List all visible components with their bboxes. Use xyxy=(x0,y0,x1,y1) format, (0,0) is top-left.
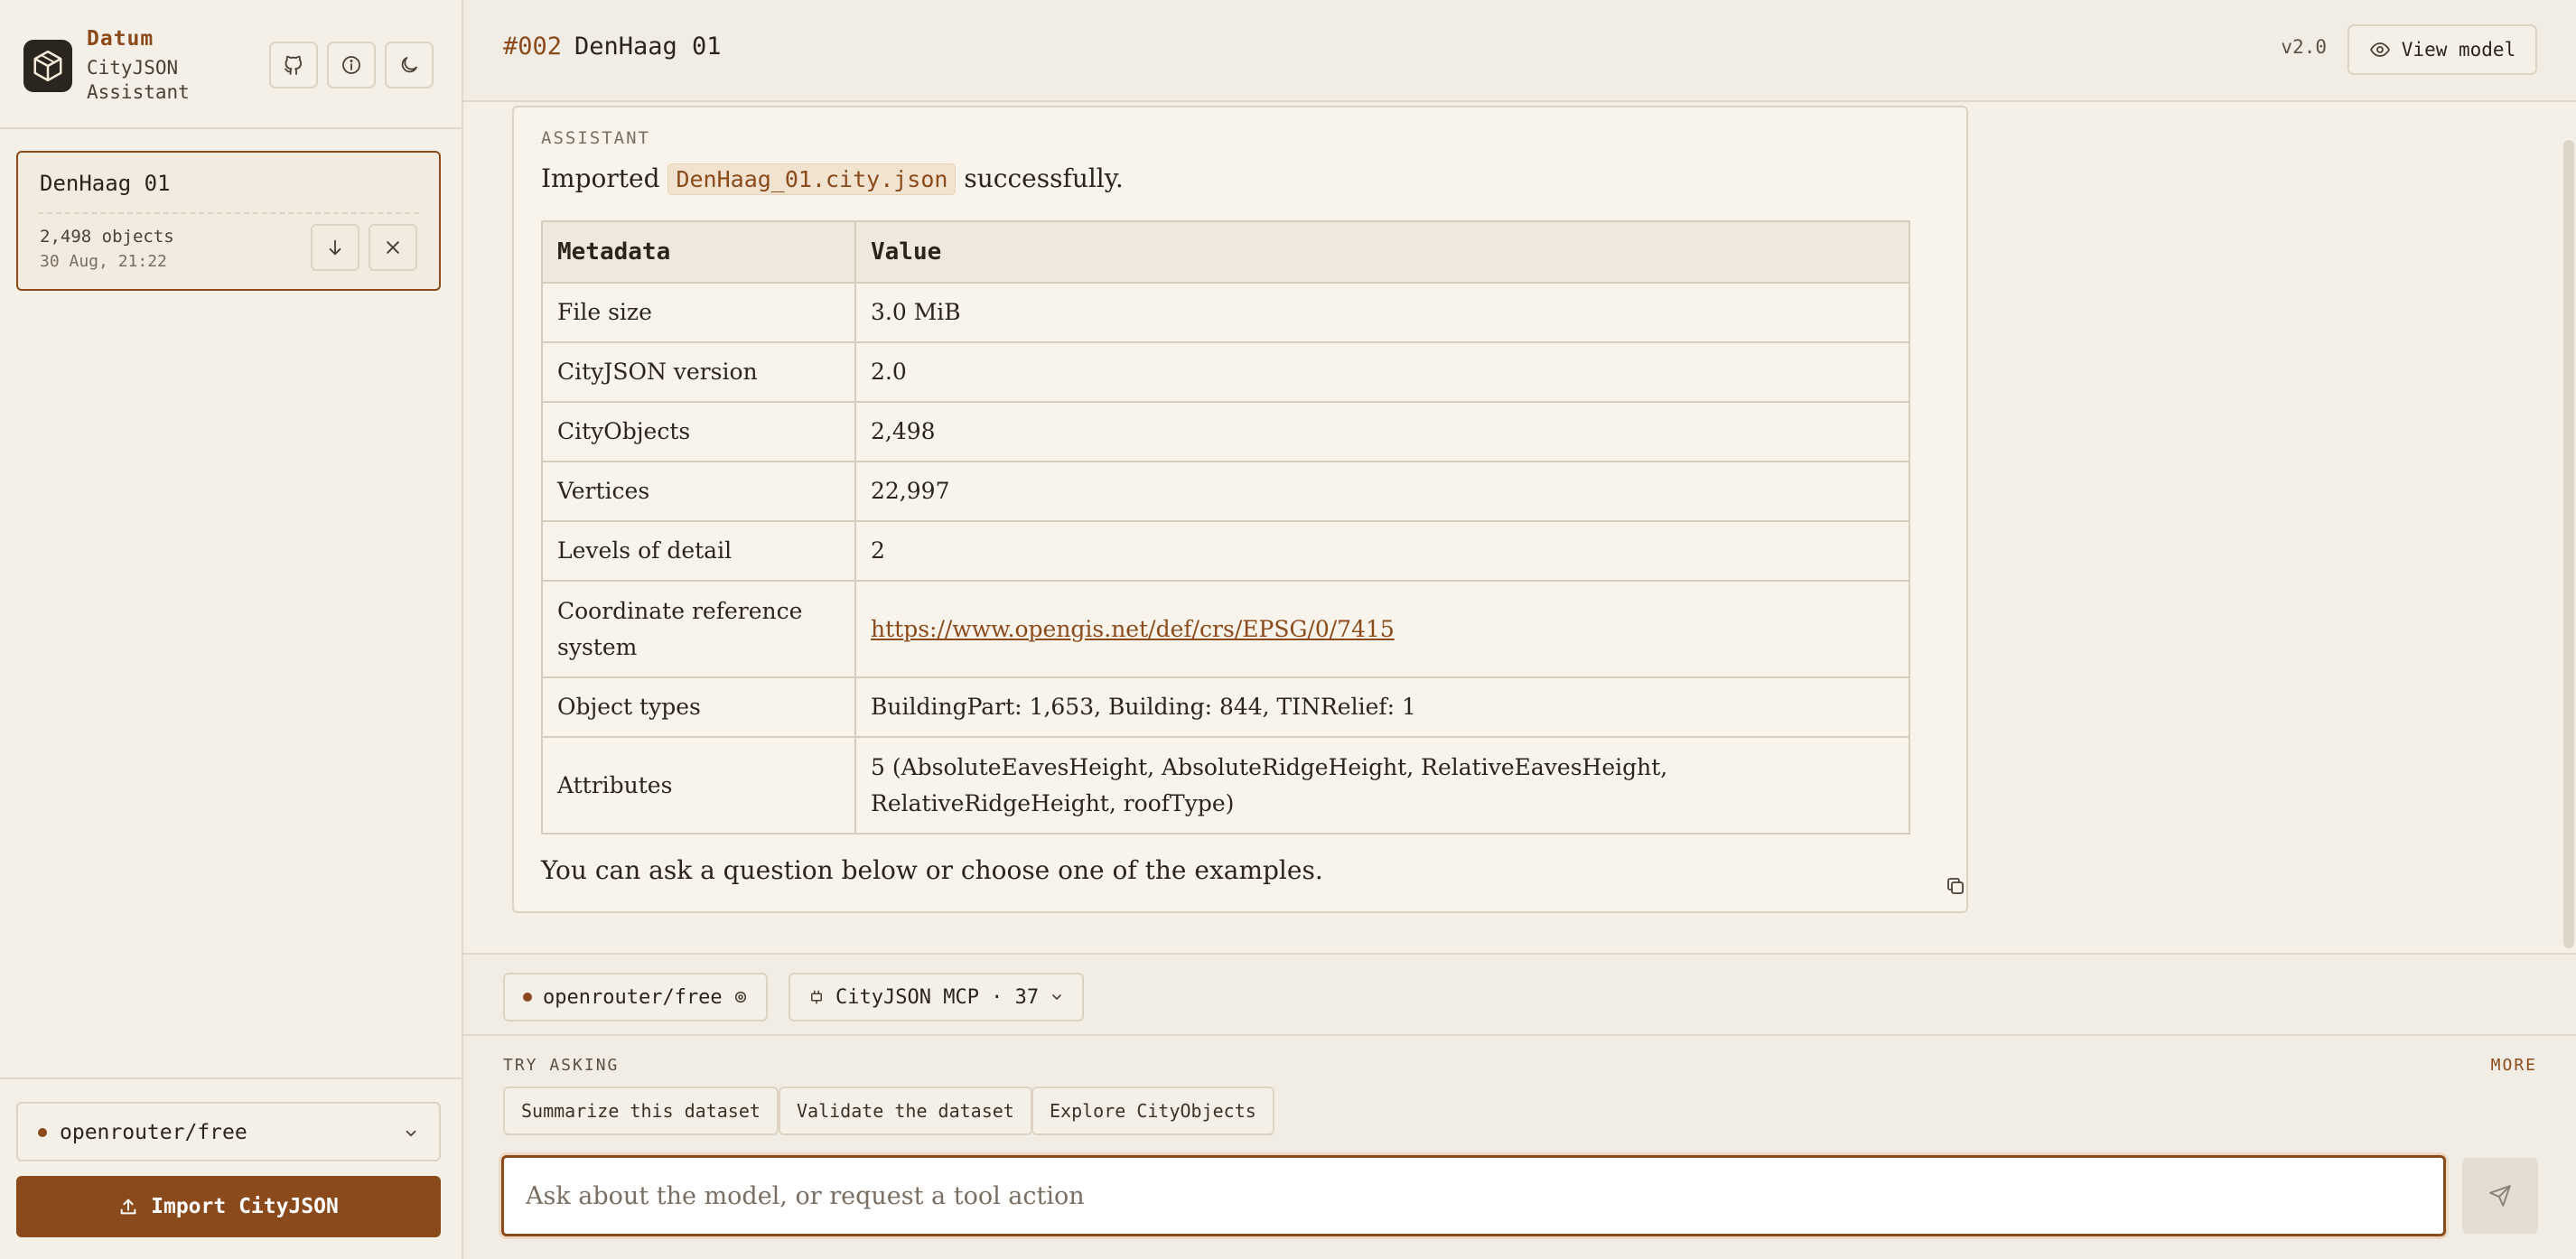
crs-link[interactable]: https://www.opengis.net/def/crs/EPSG/0/7… xyxy=(871,616,1395,642)
close-icon xyxy=(387,241,399,254)
metadata-key: File size xyxy=(541,282,856,343)
table-row: Vertices 22,997 xyxy=(541,461,1910,522)
metadata-key: CityJSON version xyxy=(541,341,856,403)
table-header-row: Metadata Value xyxy=(541,220,1910,284)
arrow-down-icon xyxy=(329,239,341,256)
tools-bar: openrouter/free CityJSON MCP · 37 xyxy=(463,953,2576,1036)
metadata-value: 3.0 MiB xyxy=(854,282,1910,343)
metadata-key: Vertices xyxy=(541,461,856,522)
intro-after: successfully. xyxy=(964,163,1124,193)
close-session-button[interactable] xyxy=(369,224,417,271)
mcp-tools-pill[interactable]: CityJSON MCP · 37 xyxy=(789,973,1085,1021)
version-label: v2.0 xyxy=(2281,36,2327,58)
table-header: Value xyxy=(854,220,1910,284)
sidebar-bottom-divider xyxy=(0,1077,462,1079)
suggestion-chip[interactable]: Explore CityObjects xyxy=(1031,1086,1274,1135)
theme-toggle-button[interactable] xyxy=(385,42,434,89)
metadata-key: Coordinate reference system xyxy=(541,580,856,678)
assistant-message: ASSISTANT Imported DenHaag_01.city.json … xyxy=(512,106,1968,913)
metadata-value: 5 (AbsoluteEavesHeight, AbsoluteRidgeHei… xyxy=(854,736,1910,835)
suggestion-chip[interactable]: Validate the dataset xyxy=(779,1086,1032,1135)
intro-before: Imported xyxy=(541,163,660,193)
chat-input[interactable] xyxy=(504,1158,2443,1234)
more-suggestions-link[interactable]: MORE xyxy=(2491,1056,2537,1075)
info-button[interactable] xyxy=(327,42,376,89)
conversation-title: DenHaag 01 xyxy=(574,33,722,61)
composer: TRY ASKING MORE Summarize this dataset V… xyxy=(463,1036,2576,1259)
mcp-pill-label: CityJSON MCP · 37 xyxy=(835,985,1040,1009)
metadata-key: CityObjects xyxy=(541,401,856,462)
metadata-value: 2.0 xyxy=(854,341,1910,403)
model-pill-label: openrouter/free xyxy=(543,985,723,1009)
chat-area[interactable]: ASSISTANT Imported DenHaag_01.city.json … xyxy=(463,102,2576,953)
table-header: Metadata xyxy=(541,220,856,284)
chat-input-wrapper xyxy=(501,1155,2446,1236)
copy-icon[interactable] xyxy=(1945,875,1966,897)
conversation-header: #002 DenHaag 01 v2.0 View model xyxy=(463,0,2576,102)
session-date: 30 Aug, 21:22 xyxy=(40,252,167,271)
metadata-key: Attributes xyxy=(541,736,856,835)
brand-header: Datum CityJSON Assistant xyxy=(0,0,462,129)
send-icon xyxy=(2489,1185,2511,1207)
metadata-value: 2 xyxy=(854,520,1910,582)
chat-scrollbar[interactable] xyxy=(2563,140,2574,948)
filename-chip: DenHaag_01.city.json xyxy=(667,163,957,195)
metadata-value: 22,997 xyxy=(854,461,1910,522)
status-dot xyxy=(38,1128,47,1137)
metadata-value: BuildingPart: 1,653, Building: 844, TINR… xyxy=(854,676,1910,738)
table-row: CityJSON version 2.0 xyxy=(541,341,1910,403)
message-role: ASSISTANT xyxy=(541,128,650,148)
message-outro: You can ask a question below or choose o… xyxy=(541,855,1323,885)
conversation-id: #002 xyxy=(503,33,563,61)
download-session-button[interactable] xyxy=(311,224,359,271)
metadata-value: 2,498 xyxy=(854,401,1910,462)
eye-icon xyxy=(2369,42,2390,57)
session-card[interactable]: DenHaag 01 2,498 objects 30 Aug, 21:22 xyxy=(16,151,441,291)
chevron-down-icon xyxy=(1052,994,1061,1000)
metadata-value: https://www.opengis.net/def/crs/EPSG/0/7… xyxy=(854,580,1910,678)
model-select[interactable]: openrouter/free xyxy=(16,1102,441,1161)
table-row: File size 3.0 MiB xyxy=(541,282,1910,343)
view-model-label: View model xyxy=(2401,39,2516,61)
chevron-down-icon xyxy=(406,1130,416,1137)
model-select-value: openrouter/free xyxy=(60,1121,247,1144)
session-divider xyxy=(38,212,419,214)
table-row: CityObjects 2,498 xyxy=(541,401,1910,462)
import-cityjson-button[interactable]: Import CityJSON xyxy=(16,1176,441,1237)
table-row: Coordinate reference system https://www.… xyxy=(541,580,1910,678)
table-row: Object types BuildingPart: 1,653, Buildi… xyxy=(541,676,1910,738)
suggestion-chip[interactable]: Summarize this dataset xyxy=(503,1086,779,1135)
view-model-button[interactable]: View model xyxy=(2347,24,2537,75)
settings-icon xyxy=(734,991,746,1003)
table-row: Levels of detail 2 xyxy=(541,520,1910,582)
github-icon xyxy=(285,55,303,75)
metadata-key: Object types xyxy=(541,676,856,738)
plug-icon xyxy=(811,990,822,1004)
main-panel: #002 DenHaag 01 v2.0 View model ASSISTAN… xyxy=(463,0,2576,1259)
moon-icon xyxy=(401,57,417,73)
session-title: DenHaag 01 xyxy=(40,171,171,196)
sidebar: Datum CityJSON Assistant DenHaag 01 2,49… xyxy=(0,0,463,1259)
github-button[interactable] xyxy=(269,42,318,89)
metadata-table: Metadata Value File size 3.0 MiB CityJSO… xyxy=(541,220,1910,835)
upload-icon xyxy=(120,1198,136,1215)
brand-subtitle: CityJSON Assistant xyxy=(87,57,190,103)
message-intro: Imported DenHaag_01.city.json successful… xyxy=(541,163,1124,195)
table-row: Attributes 5 (AbsoluteEavesHeight, Absol… xyxy=(541,736,1910,835)
session-object-count: 2,498 objects xyxy=(40,227,174,247)
metadata-key: Levels of detail xyxy=(541,520,856,582)
brand-name: Datum xyxy=(87,27,154,51)
send-button[interactable] xyxy=(2462,1158,2538,1234)
import-label: Import CityJSON xyxy=(151,1195,339,1218)
model-pill[interactable]: openrouter/free xyxy=(503,973,768,1021)
cube-logo-icon xyxy=(23,40,72,92)
try-asking-label: TRY ASKING xyxy=(503,1056,620,1075)
info-icon xyxy=(342,56,360,74)
status-dot xyxy=(523,993,532,1002)
